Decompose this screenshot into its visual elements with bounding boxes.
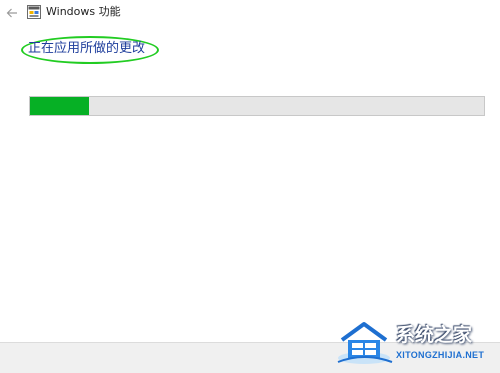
- windows-features-window: Windows 功能 正在应用所做的更改 系统之家 XITONGZHIJIA.N…: [0, 0, 500, 373]
- progress-bar-fill: [30, 97, 90, 115]
- watermark: 系统之家 XITONGZHIJIA.NET: [336, 318, 496, 370]
- xitongzhijia-logo-icon: [337, 322, 393, 364]
- back-button[interactable]: [4, 5, 20, 21]
- watermark-chinese-text: 系统之家: [396, 324, 473, 346]
- window-title: Windows 功能: [46, 5, 121, 18]
- watermark-english-text: XITONGZHIJIA.NET: [396, 350, 485, 360]
- back-arrow-icon: [6, 8, 17, 18]
- windows-features-icon: [27, 5, 41, 19]
- title-bar: Windows 功能: [0, 0, 500, 26]
- progress-bar: [29, 96, 485, 116]
- status-text: 正在应用所做的更改: [28, 41, 146, 56]
- status-area: 正在应用所做的更改: [21, 36, 159, 64]
